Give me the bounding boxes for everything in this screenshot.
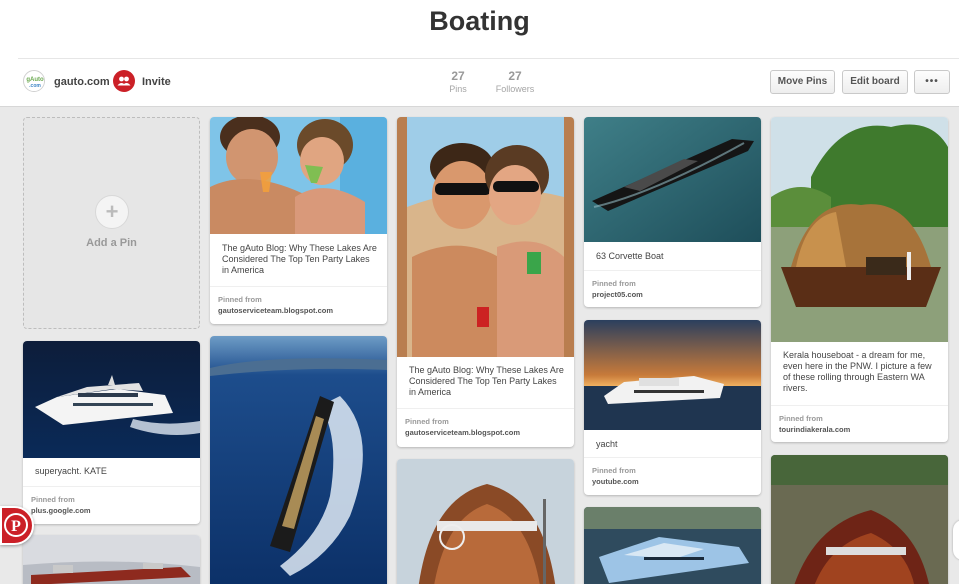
divider	[584, 270, 761, 271]
divider	[210, 286, 387, 287]
pin-card[interactable]	[397, 459, 574, 584]
pin-source-link[interactable]: gautoserviceteam.blogspot.com	[218, 306, 333, 315]
pin-description: yacht	[596, 439, 618, 449]
side-handle[interactable]	[953, 520, 959, 560]
pinned-from-label: Pinned from	[218, 295, 262, 304]
owner-name-link[interactable]: gauto.com	[54, 76, 110, 88]
pin-source-link[interactable]: tourindiakerala.com	[779, 425, 850, 434]
divider	[23, 486, 200, 487]
plus-icon: +	[95, 195, 129, 229]
pin-image[interactable]	[397, 117, 574, 357]
divider	[397, 408, 574, 409]
add-pin-tile[interactable]: + Add a Pin	[23, 117, 200, 329]
followers-count-number: 27	[508, 69, 522, 83]
pin-source-link[interactable]: gautoserviceteam.blogspot.com	[405, 428, 520, 437]
divider	[18, 58, 959, 59]
pin-description: 63 Corvette Boat	[596, 251, 664, 261]
pinterest-logo-icon[interactable]: P	[0, 506, 34, 545]
gauto-logo-icon: gAuto .com	[25, 72, 44, 91]
pinned-from-label: Pinned from	[592, 466, 636, 475]
invite-link[interactable]: Invite	[142, 76, 171, 88]
pin-description: Kerala houseboat - a dream for me, even …	[783, 350, 932, 393]
pin-image[interactable]	[584, 117, 761, 242]
pin-card[interactable]	[210, 336, 387, 584]
pin-source-link[interactable]: plus.google.com	[31, 506, 91, 515]
pin-card[interactable]: yacht Pinned from youtube.com	[584, 320, 761, 495]
pin-card[interactable]: The gAuto Blog: Why These Lakes Are Cons…	[397, 117, 574, 447]
pin-source-link[interactable]: youtube.com	[592, 477, 639, 486]
pin-card[interactable]: 63 Corvette Boat Pinned from project05.c…	[584, 117, 761, 307]
pin-card[interactable]	[584, 507, 761, 584]
followers-count[interactable]: 27 Followers	[492, 69, 538, 94]
pin-card[interactable]: The gAuto Blog: Why These Lakes Are Cons…	[210, 117, 387, 324]
pin-source-link[interactable]: project05.com	[592, 290, 643, 299]
invite-icon[interactable]	[113, 70, 135, 92]
divider	[771, 405, 948, 406]
owner-avatar[interactable]: gAuto .com	[23, 70, 45, 92]
svg-text:P: P	[11, 518, 21, 535]
pins-count[interactable]: 27 Pins	[443, 69, 473, 94]
more-options-button[interactable]: •••	[914, 70, 950, 94]
pin-image[interactable]	[397, 459, 574, 584]
move-pins-button[interactable]: Move Pins	[770, 70, 835, 94]
pin-image[interactable]	[771, 455, 948, 584]
pin-image[interactable]	[23, 535, 200, 584]
followers-count-label: Followers	[495, 84, 535, 94]
pin-card[interactable]	[23, 535, 200, 584]
pins-count-number: 27	[451, 69, 465, 83]
edit-board-button[interactable]: Edit board	[842, 70, 908, 94]
svg-text:.com: .com	[29, 83, 41, 89]
pin-image[interactable]	[584, 320, 761, 430]
divider	[584, 457, 761, 458]
board-header: Boating gAuto .com gauto.com Invite 27 P…	[0, 0, 959, 107]
pins-count-label: Pins	[449, 84, 467, 94]
pinned-from-label: Pinned from	[592, 279, 636, 288]
pin-card[interactable]: Kerala houseboat - a dream for me, even …	[771, 117, 948, 442]
pin-description: The gAuto Blog: Why These Lakes Are Cons…	[409, 365, 564, 397]
pin-image[interactable]	[210, 117, 387, 234]
board-title: Boating	[429, 6, 530, 36]
pin-image[interactable]	[771, 117, 948, 342]
pinned-from-label: Pinned from	[31, 495, 75, 504]
pinned-from-label: Pinned from	[405, 417, 449, 426]
pin-image[interactable]	[210, 336, 387, 584]
pin-card[interactable]	[771, 455, 948, 584]
add-pin-label: Add a Pin	[86, 237, 137, 249]
pin-card[interactable]: superyacht. KATE Pinned from plus.google…	[23, 341, 200, 524]
pin-image[interactable]	[23, 341, 200, 458]
pin-description: superyacht. KATE	[35, 466, 107, 476]
pin-description: The gAuto Blog: Why These Lakes Are Cons…	[222, 243, 377, 275]
pinned-from-label: Pinned from	[779, 414, 823, 423]
pin-image[interactable]	[584, 507, 761, 584]
